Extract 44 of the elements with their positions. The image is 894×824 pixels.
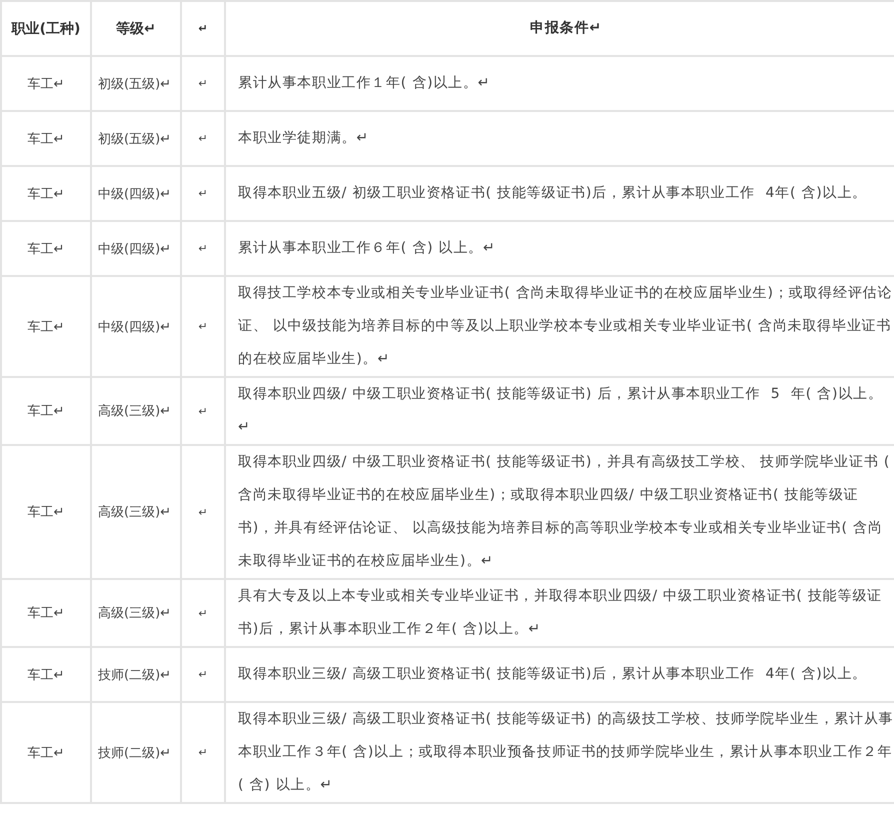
table-cell: 车工↵ xyxy=(28,242,64,256)
table-cell: ↵ xyxy=(198,668,208,681)
table-cell: 车工↵ xyxy=(28,132,64,146)
table-cell: ↵ xyxy=(198,320,208,333)
table-cell: 车工↵ xyxy=(28,320,64,334)
table-cell: 高级(三级)↵ xyxy=(98,505,172,520)
table-cell: 车工↵ xyxy=(28,186,64,202)
table-cell: ↵ xyxy=(198,404,208,418)
column-header: ↵ xyxy=(181,1,225,56)
table-cell: 技师(二级)↵ xyxy=(98,668,172,682)
column-header: 申报条件↵ xyxy=(225,1,894,56)
table-cell: 车工↵ xyxy=(28,76,64,92)
table-cell: ↵ xyxy=(198,77,208,90)
table-cell: 车工↵ xyxy=(28,668,64,682)
column-header: 职业(工种) xyxy=(1,1,91,56)
table-cell: 初级(五级)↵ xyxy=(98,76,172,92)
table-cell: 中级(四级)↵ xyxy=(98,186,172,202)
table-cell: 车工↵ xyxy=(28,404,64,419)
table-cell: 取得技工学校本专业或相关专业毕业证书( 含尚未取得毕业证书的在校应届毕业生)；或取得经评估论证、 以中级技能为培养目标的中等及以上职业学校本专业或相关专业毕业证书( 含尚未取得毕业证书的在校应届毕业生)。↵ xyxy=(238,285,892,367)
table-cell-text: 取得本职业四级/ 中级工职业资格证书( 技能等级证书)，并具有高级技工学校、 技师学院毕业证书 ( 含尚未取得毕业证书的在校应届毕业生)；或取得本职业四级/ 中级工职业资格证书( 技能等级证书)，并具有经评估论证、 以高级技能为培养目标的高等职业学校本专业或相关专业毕业证书( 含尚未取得毕业证书的在校应届毕业生)。↵ xyxy=(238,454,892,569)
table-cell: 取得本职业四级/ 中级工职业资格证书( 技能等级证书) 后，累计从事本职业工作 5 年( 含)以上。↵ xyxy=(238,386,883,435)
table-cell: 高级(三级)↵ xyxy=(98,404,172,419)
table-cell: 中级(四级)↵ xyxy=(98,320,172,334)
table-cell: 累计从事本职业工作１年( 含)以上。↵ xyxy=(238,75,490,91)
table-cell: 初级(五级)↵ xyxy=(98,132,172,146)
table-cell: 车工↵ xyxy=(28,606,64,621)
table-cell: 车工↵ xyxy=(28,505,64,520)
table-cell: ↵ xyxy=(198,606,208,620)
table-cell: ↵ xyxy=(198,132,208,145)
table-cell: ↵ xyxy=(198,242,208,255)
table-cell: 高级(三级)↵ xyxy=(98,606,172,621)
table-cell: 取得本职业三级/ 高级工职业资格证书( 技能等级证书) 的高级技工学校、技师学院毕业生，累计从事本职业工作３年( 含)以上；或取得本职业预备技师证书的技师学院毕业生，累计从事本职业工作２年( 含) 以上。↵ xyxy=(238,711,894,793)
table-cell: 车工↵ xyxy=(28,746,64,760)
table-cell: ↵ xyxy=(198,506,208,518)
table-cell: 累计从事本职业工作６年( 含) 以上。↵ xyxy=(238,240,496,256)
table-cell: 取得本职业三级/ 高级工职业资格证书( 技能等级证书)后，累计从事本职业工作 4年( 含)以上。 xyxy=(238,666,867,682)
table-cell: ↵ xyxy=(198,187,208,200)
table-cell: ↵ xyxy=(198,746,208,759)
table-cell: 本职业学徒期满。↵ xyxy=(238,130,369,146)
table-cell: 具有大专及以上本专业或相关专业毕业证书，并取得本职业四级/ 中级工职业资格证书( 技能等级证书)后，累计从事本职业工作２年( 含)以上。↵ xyxy=(238,588,882,637)
table-cell: 取得本职业五级/ 初级工职业资格证书( 技能等级证书)后，累计从事本职业工作 4年( 含)以上。 xyxy=(238,185,867,201)
table-cell: 技师(二级)↵ xyxy=(98,746,172,760)
column-header: 等级↵ xyxy=(91,1,181,56)
table-cell: 中级(四级)↵ xyxy=(98,242,172,256)
